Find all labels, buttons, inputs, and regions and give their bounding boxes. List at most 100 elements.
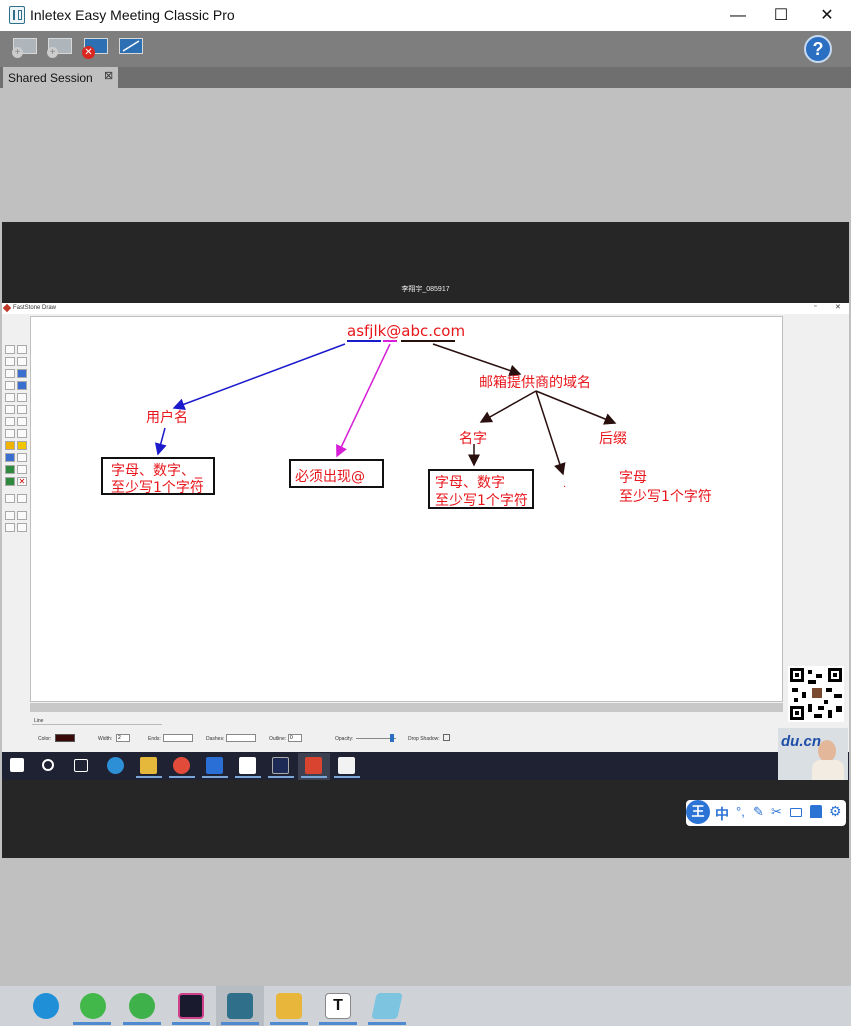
- share-window-button[interactable]: +: [45, 34, 75, 62]
- typora-icon[interactable]: T: [325, 993, 351, 1019]
- share-screen-button[interactable]: +: [10, 34, 40, 62]
- remote-explorer-icon[interactable]: [140, 757, 157, 774]
- ends-dropdown[interactable]: [163, 734, 193, 742]
- arrow-tool-icon[interactable]: [5, 381, 15, 390]
- zoom-in-icon[interactable]: [5, 511, 15, 520]
- skin-icon[interactable]: [810, 805, 822, 818]
- remote-p-app-icon[interactable]: [206, 757, 223, 774]
- text-tool-icon[interactable]: [5, 369, 15, 378]
- intellij-icon[interactable]: [178, 993, 204, 1019]
- dashes-label: Dashes:: [206, 736, 225, 742]
- color-swatch[interactable]: [55, 734, 75, 742]
- remote-start-icon[interactable]: [10, 758, 24, 772]
- curve-tool-icon[interactable]: [17, 405, 27, 414]
- close-button[interactable]: ✕: [804, 0, 850, 31]
- crop-tool-icon[interactable]: [17, 345, 27, 354]
- outline-label: Outline:: [269, 736, 287, 742]
- handwrite-icon[interactable]: ✎: [753, 804, 764, 820]
- redo-tool-icon[interactable]: [5, 453, 15, 462]
- remote-intellij-indicator: [268, 776, 294, 778]
- draw-app-window: FastStone Draw ▫ ✕ ✕ asfjlk@abc.com 邮箱提供…: [2, 303, 849, 753]
- filled-rect-tool-icon[interactable]: [17, 417, 27, 426]
- file-explorer-icon[interactable]: [276, 993, 302, 1019]
- remote-search-icon[interactable]: [42, 759, 54, 771]
- maximize-button[interactable]: ☐: [758, 0, 804, 31]
- outline-stepper[interactable]: 0: [288, 734, 302, 742]
- tool-palette: ✕: [2, 341, 29, 541]
- keyboard-icon[interactable]: [790, 808, 802, 817]
- draw-restore-icon[interactable]: ▫: [814, 303, 816, 310]
- draw-close-icon[interactable]: ✕: [835, 303, 841, 311]
- must-have-at-box: 必须出现@: [289, 459, 384, 488]
- rect-select-tool-icon[interactable]: [5, 357, 15, 366]
- presenter-face: [818, 740, 836, 762]
- lasso-tool-icon[interactable]: [17, 357, 27, 366]
- plus-badge-icon: +: [12, 47, 23, 58]
- ie-icon[interactable]: [80, 993, 106, 1019]
- drop-shadow-label: Drop Shadow:: [408, 736, 440, 742]
- remote-edge-icon[interactable]: [107, 757, 124, 774]
- minimize-button[interactable]: —: [715, 0, 761, 31]
- opacity-slider-thumb[interactable]: [390, 734, 394, 742]
- zoom-fit-icon[interactable]: [17, 511, 27, 520]
- rectangle-tool-icon[interactable]: [5, 417, 15, 426]
- stamp-tool-icon[interactable]: [17, 465, 27, 474]
- name-rule-line2: 至少写1个字符: [435, 493, 528, 509]
- canvas-horizontal-scrollbar[interactable]: [30, 703, 783, 712]
- remote-explorer-indicator: [136, 776, 162, 778]
- zoom-out-icon[interactable]: [5, 523, 15, 532]
- callout-tool-icon[interactable]: [17, 369, 27, 378]
- pen-tool-icon[interactable]: [5, 393, 15, 402]
- tab-shared-session[interactable]: Shared Session ⊠: [3, 67, 118, 88]
- punctuation-icon[interactable]: °,: [736, 804, 745, 819]
- stop-sharing-button[interactable]: ✕: [81, 34, 111, 62]
- wechat-icon[interactable]: [129, 993, 155, 1019]
- line-tool-icon[interactable]: [5, 405, 15, 414]
- title-bar: Inletex Easy Meeting Classic Pro — ☐ ✕: [0, 0, 851, 31]
- up-arrow-tool-icon[interactable]: [17, 381, 27, 390]
- suffix-rule-line2: 至少写1个字符: [619, 489, 712, 505]
- delete-tool-icon[interactable]: ✕: [17, 477, 27, 486]
- image-tool-icon[interactable]: [5, 465, 15, 474]
- settings-gear-icon[interactable]: ⚙: [829, 803, 842, 820]
- undo-tool-icon[interactable]: [5, 494, 15, 503]
- notepad-indicator: [368, 1022, 406, 1025]
- width-stepper[interactable]: 2: [116, 734, 130, 742]
- mosaic-tool-icon[interactable]: [5, 477, 15, 486]
- email-example: asfjlk@abc.com: [347, 322, 466, 340]
- edge-icon[interactable]: [33, 993, 59, 1019]
- cursor-tool-icon[interactable]: [17, 453, 27, 462]
- fill-tool-icon[interactable]: [5, 441, 15, 450]
- username-label: 用户名: [146, 410, 188, 426]
- drop-shadow-icon[interactable]: [443, 734, 450, 741]
- remote-photos-icon[interactable]: [338, 757, 355, 774]
- remote-chrome-icon[interactable]: [173, 757, 190, 774]
- remote-taskview-icon[interactable]: [74, 759, 88, 772]
- print-icon[interactable]: [17, 523, 27, 532]
- ie-indicator: [73, 1022, 111, 1025]
- presenter-body: [812, 760, 844, 780]
- marker-tool-icon[interactable]: [17, 441, 27, 450]
- dashes-dropdown[interactable]: [226, 734, 256, 742]
- redo-history-icon[interactable]: [17, 494, 27, 503]
- suffix-label: 后缀: [599, 431, 627, 447]
- remote-faststone-icon[interactable]: [305, 757, 322, 774]
- drawing-canvas[interactable]: asfjlk@abc.com 邮箱提供商的域名 用户名 字母、数字、_ 至少写1…: [30, 316, 783, 702]
- property-tab[interactable]: Line: [32, 716, 162, 725]
- ime-mode-toggle[interactable]: 中: [715, 804, 729, 824]
- tab-close-icon[interactable]: ⊠: [104, 69, 113, 82]
- ellipse-tool-icon[interactable]: [5, 429, 15, 438]
- scissors-icon[interactable]: ✂: [771, 804, 782, 820]
- ime-logo[interactable]: 王: [686, 800, 710, 824]
- easy-meeting-icon[interactable]: [227, 993, 253, 1019]
- select-tool-icon[interactable]: [5, 345, 15, 354]
- filled-ellipse-tool-icon[interactable]: [17, 429, 27, 438]
- remote-p-app-indicator: [202, 776, 228, 778]
- help-button[interactable]: ?: [804, 35, 832, 63]
- remote-intellij-icon[interactable]: [272, 757, 289, 774]
- highlighter-tool-icon[interactable]: [17, 393, 27, 402]
- fullscreen-button[interactable]: [116, 34, 146, 62]
- notepad-icon[interactable]: [371, 993, 403, 1019]
- qr-code-image: [788, 666, 844, 722]
- remote-typora-icon[interactable]: [239, 757, 256, 774]
